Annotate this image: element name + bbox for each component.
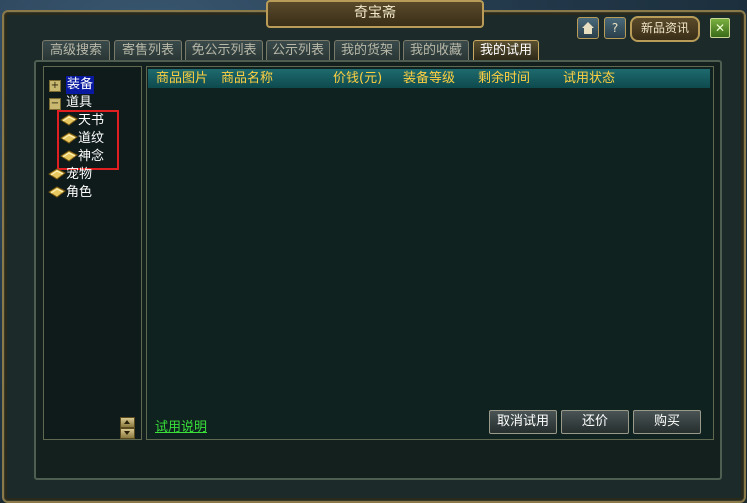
column-header-level[interactable]: 装备等级 — [403, 69, 455, 88]
scroll-up-button[interactable] — [120, 417, 135, 428]
tree-item-label: 宠物 — [66, 167, 93, 182]
close-icon: ✕ — [714, 21, 726, 35]
home-button[interactable] — [577, 17, 599, 39]
tab-my-shelf[interactable]: 我的货架 — [334, 40, 400, 60]
book-icon — [48, 186, 66, 198]
news-button[interactable]: 新品资讯 — [630, 16, 700, 42]
scroll-down-button[interactable] — [120, 428, 135, 439]
trial-guide-link[interactable]: 试用说明 — [155, 416, 207, 435]
tab-my-trial[interactable]: 我的试用 — [473, 40, 539, 60]
tab-publicity-list[interactable]: 公示列表 — [266, 40, 330, 60]
close-button[interactable]: ✕ — [710, 18, 730, 38]
tab-advanced-search[interactable]: 高级搜索 — [42, 40, 110, 60]
column-header-price[interactable]: 价钱(元) — [333, 69, 382, 88]
expand-icon[interactable]: + — [49, 80, 61, 92]
collapse-icon[interactable]: − — [49, 98, 61, 110]
highlight-box — [57, 110, 119, 170]
column-header-image[interactable]: 商品图片 — [156, 69, 208, 88]
column-header-time-left[interactable]: 剩余时间 — [478, 69, 530, 88]
column-header-status[interactable]: 试用状态 — [563, 69, 615, 88]
tree-item-label: 角色 — [66, 185, 93, 200]
tab-no-publicity-list[interactable]: 免公示列表 — [185, 40, 263, 60]
buy-button[interactable]: 购买 — [633, 410, 701, 434]
window-title: 奇宝斋 — [266, 0, 484, 28]
tab-my-favorites[interactable]: 我的收藏 — [403, 40, 469, 60]
trial-list-panel — [146, 66, 714, 440]
tree-item-label: 装备 — [66, 76, 95, 94]
table-header: 商品图片 商品名称 价钱(元) 装备等级 剩余时间 试用状态 — [148, 69, 710, 88]
counter-offer-button[interactable]: 还价 — [561, 410, 629, 434]
book-icon — [48, 168, 66, 180]
help-button[interactable]: ? — [604, 17, 626, 39]
cancel-trial-button[interactable]: 取消试用 — [489, 410, 557, 434]
home-icon — [582, 22, 594, 34]
column-header-name[interactable]: 商品名称 — [221, 69, 273, 88]
tab-consignment-list[interactable]: 寄售列表 — [114, 40, 182, 60]
